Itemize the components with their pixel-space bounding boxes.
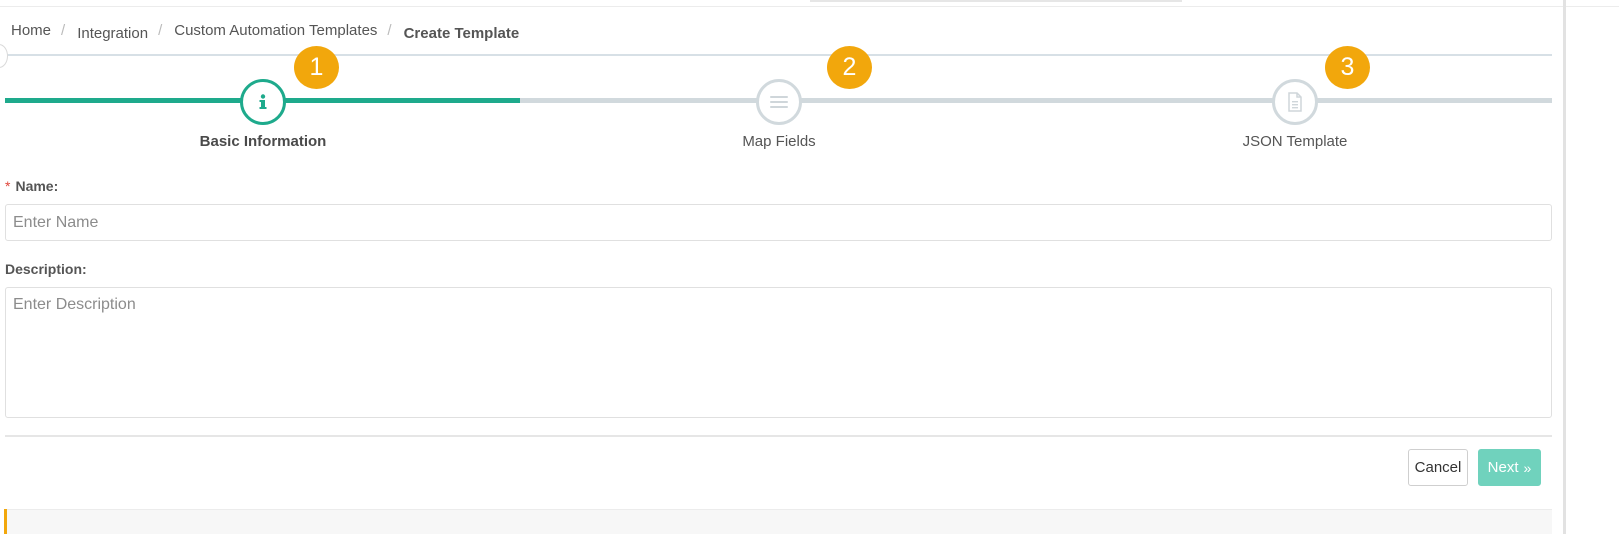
document-icon [1288,92,1302,112]
create-template-page: Home / Integration / Custom Automation Templ… [0,0,1619,534]
cancel-button-label: Cancel [1414,459,1462,476]
breadcrumb-custom-automation-templates[interactable]: Custom Automation Templates [174,22,377,39]
footer-divider [5,435,1552,437]
top-border [0,6,1619,7]
breadcrumb-separator: / [387,22,392,39]
step-2-badge: 2 [827,46,872,89]
bottom-panel [5,509,1552,534]
description-textarea[interactable] [5,287,1552,418]
breadcrumb-integration[interactable]: Integration [77,25,148,42]
step-1-badge: 1 [294,46,339,89]
step-1-label[interactable]: Basic Information [153,133,373,150]
step-3-label[interactable]: JSON Template [1185,133,1405,150]
step-2-label[interactable]: Map Fields [669,133,889,150]
required-marker: * [5,178,11,194]
breadcrumb-home[interactable]: Home [11,22,51,39]
sidebar-collapse-handle[interactable] [0,44,8,68]
double-chevron-right-icon: » [1523,459,1532,476]
breadcrumb: Home / Integration / Custom Automation Templ… [11,22,520,42]
breadcrumb-separator: / [158,22,163,39]
breadcrumb-current: Create Template [403,25,520,42]
step-2-circle[interactable] [756,79,802,125]
top-bar-shadow [810,0,1182,2]
step-1-circle[interactable] [240,79,286,125]
step-3-badge: 3 [1325,46,1370,89]
list-icon [770,96,788,108]
bottom-panel-accent [4,509,7,534]
name-input[interactable] [5,204,1552,241]
description-field-label: Description: [5,261,87,277]
info-icon [259,94,267,109]
breadcrumb-separator: / [61,22,66,39]
name-label-text: Name: [15,178,59,194]
step-3-circle[interactable] [1272,79,1318,125]
cancel-button[interactable]: Cancel [1408,449,1468,486]
name-field-label: * Name: [5,178,58,194]
header-divider [0,54,1552,56]
next-button-label: Next [1487,459,1519,476]
next-button[interactable]: Next» [1478,449,1541,486]
scrollbar[interactable] [1563,0,1566,534]
